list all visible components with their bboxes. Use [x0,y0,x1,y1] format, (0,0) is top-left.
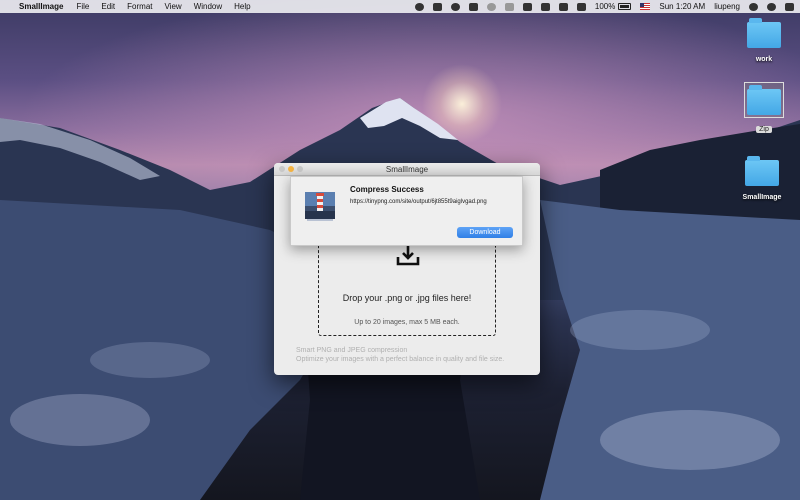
zoom-button[interactable] [297,166,303,172]
selection-box [744,82,784,118]
status-area: 100% Sun 1:20 AM liupeng [414,2,794,11]
battery-status[interactable]: 100% [594,2,632,11]
desktop-icon-label: Zip [756,126,772,133]
search-icon[interactable] [749,2,758,11]
menu-window[interactable]: Window [194,2,222,11]
cloud-icon[interactable] [432,2,442,11]
desktop-icon-smallimage[interactable]: SmallImage [732,156,792,204]
menu-bar: SmallImage File Edit Format View Window … [0,0,800,13]
lighthouse-app-icon [305,192,335,221]
penguin-icon[interactable] [414,2,424,11]
notification-title: Compress Success [350,185,424,194]
list-icon[interactable] [785,2,794,11]
battery-percent: 100% [594,2,616,11]
desktop-icon-work[interactable]: work [734,18,794,66]
download-button[interactable]: Download [457,227,513,238]
menu-clock[interactable]: Sun 1:20 AM [659,2,705,11]
drop-zone-title: Drop your .png or .jpg files here! [342,293,472,303]
folder-icon [747,18,781,48]
notification-url: https://tinypng.com/site/output/6jt855t9… [350,199,487,205]
menu-format[interactable]: Format [127,2,152,11]
menu-help[interactable]: Help [234,2,250,11]
footer-tagline: Smart PNG and JPEG compression [296,347,408,354]
download-tray-icon [396,246,420,266]
desktop-icon-zip[interactable]: Zip [734,82,794,136]
window-controls [279,166,303,172]
compress-success-sheet: Compress Success https://tinypng.com/sit… [290,176,523,246]
battery-icon [618,3,632,10]
siri-icon[interactable] [767,2,776,11]
menu-view[interactable]: View [165,2,182,11]
wechat-icon[interactable] [450,2,460,11]
time-machine-icon[interactable] [486,2,496,11]
drop-zone[interactable]: Drop your .png or .jpg files here! Up to… [318,233,496,336]
close-button[interactable] [279,166,285,172]
wifi-icon[interactable] [540,2,550,11]
dropbox-icon[interactable] [468,2,478,11]
window-titlebar[interactable]: SmallImage [274,163,540,176]
footer-description: Optimize your images with a perfect bala… [296,356,505,363]
menu-username[interactable]: liupeng [714,2,740,11]
mute-icon[interactable] [576,2,586,11]
menu-app-name[interactable]: SmallImage [19,2,63,11]
desktop-icon-label: SmallImage [742,194,782,201]
folder-icon [745,156,779,186]
airplay-icon[interactable] [558,2,568,11]
menu-edit[interactable]: Edit [101,2,115,11]
folder-icon [747,85,781,115]
flag-icon[interactable] [640,3,651,10]
bluetooth-icon[interactable] [504,2,514,11]
drop-zone-subtitle: Up to 20 images, max 5 MB each. [354,319,460,326]
battery-fill [620,5,630,8]
window-title: SmallImage [385,165,429,174]
minimize-button[interactable] [288,166,294,172]
desktop-icon-label: work [755,56,773,63]
menu-file[interactable]: File [76,2,89,11]
volume-icon[interactable] [522,2,532,11]
